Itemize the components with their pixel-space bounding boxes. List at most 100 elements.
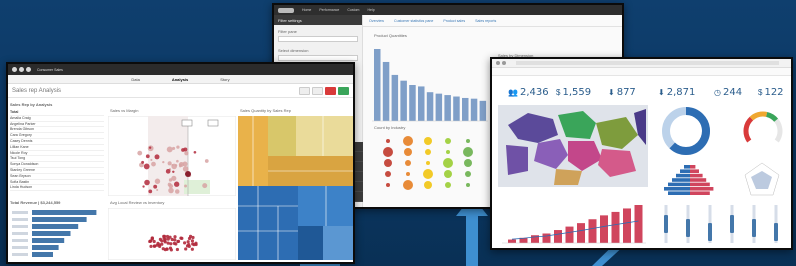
window-dot[interactable] xyxy=(12,67,17,72)
scatter-point xyxy=(182,166,189,172)
population-pyramid xyxy=(664,165,714,195)
bar xyxy=(479,100,487,121)
bar xyxy=(382,61,390,121)
dashboard-window-left: Consumer Sales Data Analysis Story Sales… xyxy=(6,62,355,264)
avg-title: Avg Local Review vs Inventory xyxy=(110,200,165,205)
kpi-dollar: $ 1,559 xyxy=(556,87,591,98)
review-inventory-scatter xyxy=(108,208,236,260)
confirm-button[interactable] xyxy=(338,86,349,95)
scatter-point xyxy=(178,165,182,168)
pyramid-bar-left xyxy=(668,191,690,195)
tab-story[interactable]: Story xyxy=(206,77,243,82)
scatter-point xyxy=(187,242,191,247)
bar xyxy=(400,80,407,121)
scatter-point xyxy=(204,159,209,163)
scatter-point xyxy=(151,161,156,167)
filter-input[interactable] xyxy=(278,36,358,42)
forward-button[interactable] xyxy=(312,86,323,95)
kpi-value: 244 xyxy=(722,87,743,98)
scatter-point xyxy=(173,181,180,187)
kpi-donut-chart xyxy=(662,107,710,155)
pyramid-bar-right xyxy=(690,191,710,195)
sales-quantity-treemap xyxy=(238,116,353,260)
scatter-point xyxy=(176,159,179,163)
tab-customer[interactable]: Customer statistics pane xyxy=(394,19,433,23)
window-dot[interactable] xyxy=(496,61,500,65)
dot-mark xyxy=(423,169,433,179)
scatter-point xyxy=(143,163,150,170)
trend-bar-chart xyxy=(502,205,646,244)
dot-mark xyxy=(446,150,450,154)
browser-tab-title[interactable]: Consumer Sales xyxy=(37,68,63,72)
europe-map xyxy=(498,105,648,187)
scatter-point xyxy=(180,236,184,240)
tab-reports[interactable]: Sales reports xyxy=(475,19,496,23)
table-cell: Nicole Roy xyxy=(10,150,28,155)
bar xyxy=(565,226,574,243)
bar xyxy=(32,224,79,229)
bar xyxy=(634,205,643,243)
scatter-point xyxy=(185,171,191,177)
scatter-point xyxy=(169,242,173,246)
bar xyxy=(611,211,620,243)
window-dot[interactable] xyxy=(26,67,31,72)
tooltip-box xyxy=(181,119,193,127)
dot-mark xyxy=(425,149,431,155)
address-bar[interactable] xyxy=(516,61,779,65)
range-box xyxy=(730,215,734,233)
bar xyxy=(542,233,551,243)
revenue-bar-chart xyxy=(12,210,97,257)
scatter-point xyxy=(163,248,167,252)
table-row[interactable]: Linda Hudson xyxy=(10,185,104,192)
tab-analysis[interactable]: Analysis xyxy=(158,77,202,82)
scatter-point xyxy=(145,154,150,159)
pyramid-bar-left xyxy=(684,165,690,169)
tab-data[interactable]: Data xyxy=(117,77,153,82)
scatter-point xyxy=(186,240,190,244)
scatter-point xyxy=(150,158,153,162)
scatter-point xyxy=(168,246,173,250)
dimension-input[interactable] xyxy=(278,55,358,61)
nav-help[interactable]: Help xyxy=(367,8,374,12)
nav-custom[interactable]: Custom xyxy=(347,8,359,12)
trend-line xyxy=(511,220,639,240)
scatter-point xyxy=(166,241,170,245)
filter-field-label: Filter pane xyxy=(278,29,297,34)
dot-mark xyxy=(385,171,391,177)
kpi-value: 877 xyxy=(616,87,636,98)
scatter-point xyxy=(181,148,185,152)
range-box xyxy=(708,223,712,241)
bar-label xyxy=(12,211,28,214)
scatter-point xyxy=(168,183,174,189)
tab-product[interactable]: Product sales xyxy=(443,19,465,23)
table-cell: Amalia Craig xyxy=(10,115,31,120)
dot-mark xyxy=(424,181,432,189)
app-nav: Data Analysis Story xyxy=(8,75,353,84)
scatter-point xyxy=(172,170,175,174)
bar xyxy=(577,223,585,243)
bar xyxy=(444,95,451,121)
kpi-value: 2,436 xyxy=(519,87,549,98)
clear-selections-button[interactable] xyxy=(325,86,336,95)
bar-label xyxy=(12,232,28,235)
bar xyxy=(32,210,97,215)
nav-performance[interactable]: Performance xyxy=(319,8,339,12)
tab-overview[interactable]: Overview xyxy=(369,19,384,23)
dot-mark xyxy=(403,136,413,146)
sheet-tabs: Overview Customer statistics pane Produc… xyxy=(363,15,622,27)
scatter-point xyxy=(168,235,172,239)
kpi-value: 1,559 xyxy=(562,87,592,98)
range-chart xyxy=(664,205,778,243)
scatter-point xyxy=(154,178,161,184)
scatter-point xyxy=(176,239,181,243)
industry-dot-matrix xyxy=(383,136,473,190)
dot-mark xyxy=(404,148,412,156)
bar xyxy=(32,245,59,250)
window-dot[interactable] xyxy=(19,67,24,72)
nav-home[interactable]: Home xyxy=(302,8,311,12)
table-cell: Angelina Parker xyxy=(10,121,36,126)
window-dot[interactable] xyxy=(502,61,506,65)
scatter-point xyxy=(158,237,162,242)
bar xyxy=(588,219,597,243)
back-button[interactable] xyxy=(299,86,310,95)
